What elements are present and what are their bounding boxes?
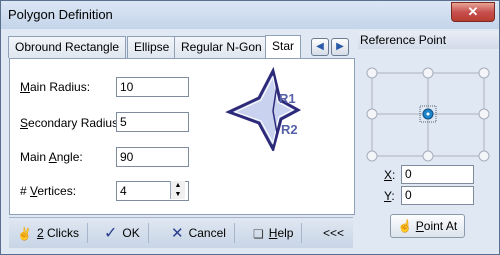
collapse-button[interactable]: <<< bbox=[323, 221, 344, 245]
main-radius-label: Main Radius: bbox=[20, 80, 91, 94]
ok-button[interactable]: ✓ OK bbox=[104, 221, 149, 245]
anchor-bottom-center bbox=[422, 150, 434, 162]
stepper-up-icon[interactable]: ▲ bbox=[171, 181, 185, 190]
x-icon: ✕ bbox=[171, 224, 184, 242]
tab-regular-n-gon[interactable]: Regular N-Gon bbox=[174, 36, 269, 58]
star-preview: R1 R2 bbox=[225, 66, 301, 151]
secondary-radius-input[interactable]: 5 bbox=[116, 112, 189, 132]
tab-obround-rectangle[interactable]: Obround Rectangle bbox=[8, 36, 127, 58]
close-button[interactable]: ✕ bbox=[451, 2, 495, 22]
star-panel: Main Radius: 10 Secondary Radius: 5 Main… bbox=[9, 58, 355, 215]
point-at-button[interactable]: ☝ Point At bbox=[390, 214, 465, 238]
checkmark-icon: ✓ bbox=[104, 224, 118, 242]
anchor-bottom-right bbox=[478, 150, 490, 162]
secondary-radius-label: Secondary Radius: bbox=[20, 116, 122, 130]
two-hands-icon: ✌ bbox=[17, 226, 32, 241]
tab-label: Star bbox=[272, 39, 295, 53]
x-label: X: bbox=[384, 168, 396, 182]
main-angle-input[interactable]: 90 bbox=[116, 147, 189, 167]
two-clicks-button[interactable]: ✌ 2 Clicks bbox=[17, 221, 88, 245]
help-book-icon: ❏ bbox=[253, 226, 264, 241]
close-icon: ✕ bbox=[467, 4, 479, 19]
stepper-down-icon[interactable]: ▼ bbox=[171, 190, 185, 199]
title-bar: Polygon Definition ✕ bbox=[1, 1, 499, 29]
anchor-top-center bbox=[422, 67, 434, 79]
help-button[interactable]: ❏ Help bbox=[253, 221, 303, 245]
y-input[interactable]: 0 bbox=[401, 186, 474, 205]
anchor-middle-right bbox=[478, 108, 490, 120]
tab-scroll-right-button[interactable]: ▶ bbox=[331, 38, 349, 56]
polygon-definition-window: Polygon Definition ✕ Obround Rectangle E… bbox=[0, 0, 500, 255]
anchor-top-right bbox=[478, 67, 490, 79]
tab-label: Obround Rectangle bbox=[15, 40, 120, 54]
reference-point-panel: Reference Point X: 0 Y: 0 ☝ Point At bbox=[358, 31, 499, 240]
pointing-hand-icon: ☝ bbox=[397, 219, 413, 233]
bottom-toolbar: ✌ 2 Clicks ✓ OK ✕ Cancel ❏ Help <<< bbox=[9, 217, 353, 248]
vertices-stepper[interactable]: ▲ ▼ bbox=[170, 181, 185, 199]
chevron-left-icon: ◀ bbox=[316, 41, 324, 52]
y-label: Y: bbox=[384, 189, 395, 203]
cancel-button[interactable]: ✕ Cancel bbox=[171, 221, 235, 245]
anchor-middle-left bbox=[366, 108, 378, 120]
reference-point-grid[interactable] bbox=[366, 67, 490, 162]
tab-scroll-left-button[interactable]: ◀ bbox=[311, 38, 329, 56]
tab-label: Regular N-Gon bbox=[181, 40, 262, 54]
tab-ellipse[interactable]: Ellipse bbox=[127, 36, 177, 58]
window-title: Polygon Definition bbox=[8, 7, 113, 22]
vertices-label: # Vertices: bbox=[20, 184, 77, 198]
r2-label: R2 bbox=[281, 122, 298, 137]
main-radius-input[interactable]: 10 bbox=[116, 77, 189, 97]
anchor-bottom-left bbox=[366, 150, 378, 162]
tab-star[interactable]: Star bbox=[265, 35, 302, 59]
anchor-top-left bbox=[366, 67, 378, 79]
r1-label: R1 bbox=[279, 91, 296, 106]
chevron-right-icon: ▶ bbox=[336, 41, 344, 52]
main-angle-label: Main Angle: bbox=[20, 150, 83, 164]
x-input[interactable]: 0 bbox=[401, 165, 474, 184]
tab-label: Ellipse bbox=[134, 40, 170, 54]
reference-point-title: Reference Point bbox=[358, 31, 499, 49]
